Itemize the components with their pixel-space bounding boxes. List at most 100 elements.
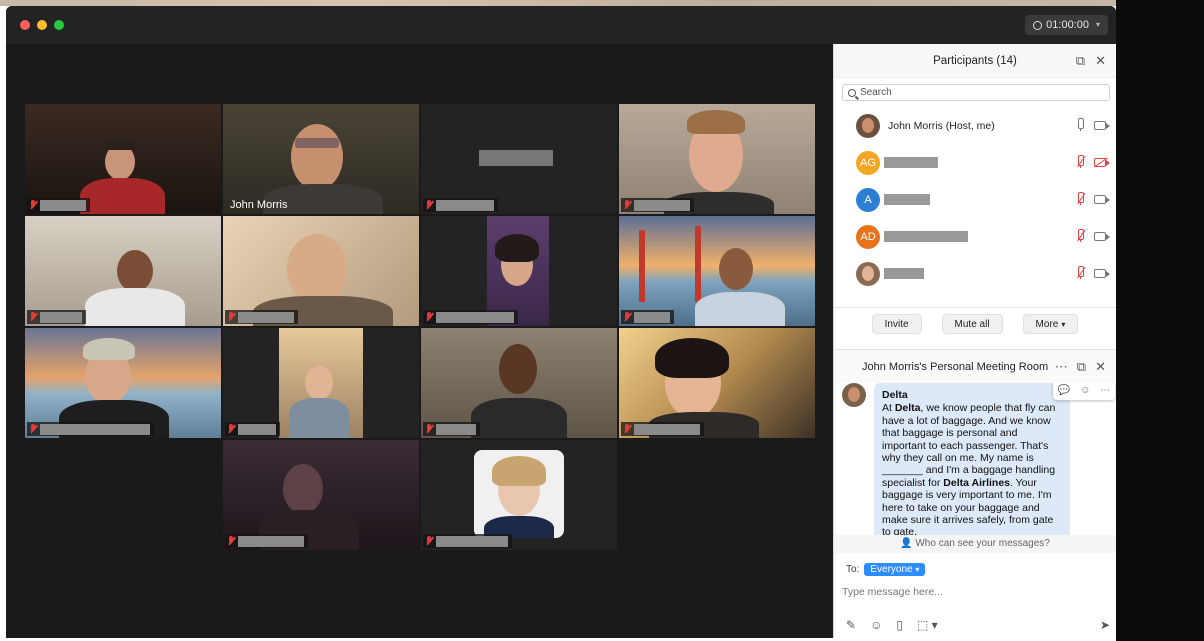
meeting-timer[interactable]: 01:00:00 ▾ <box>1025 15 1108 35</box>
participant-name-tag <box>225 422 280 436</box>
participant-name: John Morris <box>230 199 288 211</box>
participant-row[interactable]: AD <box>834 218 1116 255</box>
microphone-muted-icon[interactable] <box>1075 192 1086 206</box>
video-tile[interactable] <box>223 440 419 550</box>
pop-out-icon[interactable]: ⧉ <box>1076 53 1085 69</box>
participants-search[interactable]: Search <box>842 84 1110 101</box>
minimize-window-button[interactable] <box>37 20 47 30</box>
mic-muted-icon <box>623 200 631 210</box>
close-icon[interactable]: ✕ <box>1095 53 1106 69</box>
pop-out-icon[interactable]: ⧉ <box>1077 359 1086 375</box>
message-text-bold: Delta Airlines <box>943 476 1010 489</box>
participant-name-tag <box>621 310 674 324</box>
gallery-view: John Morris <box>6 44 833 638</box>
emoji-icon[interactable]: ☺ <box>870 618 882 632</box>
microphone-muted-icon[interactable] <box>1075 266 1086 280</box>
video-tile[interactable] <box>421 216 617 326</box>
more-options-icon[interactable]: ⋯ <box>1100 385 1110 396</box>
people-icon: 👤 <box>900 538 913 549</box>
video-tile[interactable] <box>25 104 221 214</box>
mic-muted-icon <box>227 424 235 434</box>
video-camera-icon[interactable] <box>1094 231 1110 241</box>
participant-row[interactable] <box>834 255 1116 292</box>
mic-muted-icon <box>425 312 433 322</box>
redacted-name <box>884 157 938 168</box>
video-tile[interactable] <box>25 216 221 326</box>
participant-name-tag <box>423 422 480 436</box>
microphone-muted-icon[interactable] <box>1075 229 1086 243</box>
participant-name-tag <box>423 198 498 212</box>
video-tile[interactable] <box>223 328 419 438</box>
participant-name-tag <box>27 310 86 324</box>
close-icon[interactable]: ✕ <box>1095 359 1106 375</box>
video-tile[interactable] <box>421 328 617 438</box>
to-label: To: <box>846 564 860 575</box>
avatar: AG <box>856 150 880 175</box>
video-tile[interactable] <box>619 328 815 438</box>
redacted-name <box>634 199 690 211</box>
chevron-down-icon: ▾ <box>1095 20 1100 29</box>
video-tile[interactable] <box>223 216 419 326</box>
mic-muted-icon <box>425 536 433 546</box>
participant-name-tag <box>621 198 694 212</box>
participant-row[interactable]: AG <box>834 144 1116 181</box>
chat-header: John Morris's Personal Meeting Room ⋯ ⧉ … <box>834 349 1116 383</box>
video-tile-john-morris[interactable]: John Morris <box>223 104 419 214</box>
reply-icon[interactable]: 💬 <box>1058 385 1070 396</box>
title-bar: 01:00:00 ▾ <box>6 6 1116 44</box>
video-tile-profile-picture[interactable] <box>421 440 617 550</box>
message-visibility-hint[interactable]: 👤 Who can see your messages? <box>834 535 1116 553</box>
video-tile[interactable] <box>619 104 815 214</box>
message-actions: 💬 ☺ ⋯ <box>1053 383 1115 400</box>
redacted-name <box>238 311 294 323</box>
send-icon[interactable]: ➤ <box>1100 618 1110 632</box>
invite-button[interactable]: Invite <box>871 314 922 334</box>
message-text-bold: Delta <box>894 402 921 415</box>
file-icon[interactable]: ▯ <box>896 618 903 632</box>
chat-message-input[interactable] <box>842 584 1102 600</box>
chevron-down-icon: ▾ <box>1061 319 1066 329</box>
redacted-name <box>884 268 924 279</box>
more-options-icon[interactable]: ⋯ <box>1055 359 1068 375</box>
video-tile[interactable] <box>619 216 815 326</box>
chat-toolbar: ✎ ☺ ▯ ⬚ ▾ ➤ <box>846 618 1110 632</box>
screenshot-icon[interactable]: ⬚ ▾ <box>917 618 938 632</box>
redacted-name <box>40 311 82 323</box>
avatar <box>856 113 880 138</box>
more-button[interactable]: More ▾ <box>1022 314 1079 334</box>
mic-muted-icon <box>29 200 37 210</box>
emoji-reaction-icon[interactable]: ☺ <box>1080 385 1090 396</box>
participant-name-tag <box>27 198 90 212</box>
format-icon[interactable]: ✎ <box>846 618 856 632</box>
video-camera-icon[interactable] <box>1094 268 1110 278</box>
mic-muted-icon <box>227 536 235 546</box>
video-off-icon[interactable] <box>1094 157 1110 168</box>
redacted-name <box>40 199 86 211</box>
recipient-dropdown[interactable]: Everyone ▾ <box>864 563 926 576</box>
participant-name-tag <box>225 310 298 324</box>
participants-header: Participants (14) ⧉ ✕ <box>834 44 1116 78</box>
video-camera-icon[interactable] <box>1094 194 1110 204</box>
mute-all-button[interactable]: Mute all <box>941 314 1003 334</box>
microphone-icon[interactable] <box>1075 118 1085 132</box>
message-text: At Delta, we know people that fly can ha… <box>882 402 1064 535</box>
video-tile-camera-off[interactable] <box>421 104 617 214</box>
participant-name: John Morris (Host, me) <box>888 119 995 132</box>
search-icon <box>848 88 856 97</box>
microphone-muted-icon[interactable] <box>1075 155 1086 169</box>
participant-row[interactable]: A <box>834 181 1116 218</box>
participants-list: John Morris (Host, me) AG A AD <box>834 107 1116 292</box>
video-tile[interactable] <box>25 328 221 438</box>
mic-muted-icon <box>425 200 433 210</box>
participant-row[interactable]: John Morris (Host, me) <box>834 107 1116 144</box>
chat-messages: Delta At Delta, we know people that fly … <box>834 383 1116 535</box>
zoom-window-button[interactable] <box>54 20 64 30</box>
participants-title: Participants (14) <box>933 54 1017 67</box>
video-camera-icon[interactable] <box>1094 120 1110 130</box>
redacted-name <box>479 150 553 166</box>
redacted-name <box>238 423 276 435</box>
participant-name-tag <box>621 422 704 436</box>
redacted-name <box>436 311 514 323</box>
close-window-button[interactable] <box>20 20 30 30</box>
chat-message-bubble: Delta At Delta, we know people that fly … <box>874 383 1070 535</box>
